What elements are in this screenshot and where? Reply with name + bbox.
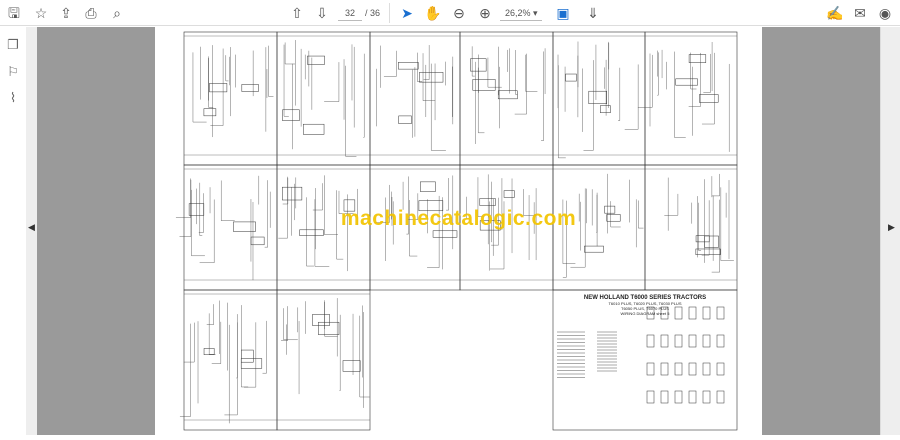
search-zoom-icon[interactable]: ⌕ — [108, 4, 126, 22]
diagram-line — [646, 334, 655, 348]
pages-icon[interactable]: ❐ — [5, 37, 21, 53]
scroll-mode-icon[interactable]: ⇓ — [584, 4, 602, 22]
diagram-line — [303, 123, 325, 135]
diagram-line — [459, 31, 554, 166]
diagram-line — [674, 362, 683, 376]
zoom-select[interactable]: 26,2% ▾ — [500, 6, 542, 21]
diagram-line — [674, 390, 683, 404]
diagram-line — [644, 31, 738, 166]
diagram-line — [432, 230, 458, 238]
diagram-line — [318, 321, 340, 335]
toolbar: 🖫 ☆ ⇪ ⎙ ⌕ ⇧ ⇩ 32 / 36 ➤ ✋ ⊖ ⊕ 26,2% ▾ ▣ … — [0, 0, 900, 26]
save-icon[interactable]: 🖫 — [5, 4, 23, 22]
diagram-line — [552, 31, 646, 166]
diagram-line — [695, 248, 721, 255]
zoom-out-icon[interactable]: ⊖ — [450, 4, 468, 22]
diagram-line — [702, 362, 711, 376]
page-total: / 36 — [365, 8, 381, 18]
diagram-line — [584, 245, 604, 253]
diagram-line — [420, 181, 436, 192]
select-cursor-icon[interactable]: ➤ — [398, 4, 416, 22]
diagram-line — [276, 31, 371, 166]
diagram-line — [241, 349, 254, 363]
diagram-line — [209, 83, 228, 93]
diagram-line — [702, 390, 711, 404]
diagram-line — [342, 360, 361, 372]
zoom-in-icon[interactable]: ⊕ — [476, 4, 494, 22]
diagram-line — [588, 90, 607, 104]
diagram-line — [600, 105, 611, 113]
diagram-line — [716, 390, 725, 404]
diagram-line — [688, 334, 697, 348]
diagram-line — [646, 390, 655, 404]
collapse-right-arrow-icon[interactable]: ▶ — [888, 222, 895, 233]
zoom-value: 26,2% — [505, 8, 531, 18]
previous-page-icon[interactable]: ⇧ — [288, 4, 306, 22]
diagram-line — [688, 54, 707, 63]
divider — [389, 3, 390, 23]
diagram-line — [497, 90, 518, 100]
page-number-input[interactable]: 32 — [338, 6, 362, 21]
diagram-line — [660, 390, 669, 404]
upload-cloud-icon[interactable]: ⇪ — [57, 4, 75, 22]
pdf-page: NEW HOLLAND T6000 SERIES TRACTORS T6010 … — [155, 27, 762, 435]
diagram-line — [282, 186, 303, 201]
diagram-line — [646, 362, 655, 376]
diagram-line — [276, 289, 371, 431]
collapse-left-arrow-icon[interactable]: ◀ — [28, 222, 35, 233]
diagram-line — [398, 115, 412, 124]
account-icon[interactable]: ◉ — [876, 4, 894, 22]
diagram-line — [241, 84, 259, 92]
diagram-line — [688, 362, 697, 376]
diagram-line — [307, 55, 325, 65]
diagram-line — [240, 358, 263, 369]
sign-icon[interactable]: ✍ — [826, 4, 844, 22]
title-block: NEW HOLLAND T6000 SERIES TRACTORS T6010 … — [555, 295, 735, 316]
mail-icon[interactable]: ✉ — [851, 4, 869, 22]
attachments-icon[interactable]: ⌇ — [5, 90, 21, 106]
diagram-line — [660, 334, 669, 348]
document-subtitle-3: WIRING DIAGRAM sheet 5 — [620, 311, 670, 316]
diagram-line — [203, 108, 217, 117]
diagram-line — [312, 314, 330, 326]
diagram-line — [699, 94, 719, 103]
diagram-line — [675, 78, 698, 86]
bookmarks-icon[interactable]: ⚐ — [5, 64, 21, 80]
diagram-line — [282, 109, 300, 121]
watermark: machinecatalogic.com — [340, 207, 577, 230]
diagram-line — [688, 390, 697, 404]
print-icon[interactable]: ⎙ — [82, 4, 100, 22]
diagram-line — [660, 362, 669, 376]
left-sidebar: ❐ ⚐ ⌇ — [0, 27, 26, 435]
diagram-line — [398, 62, 419, 70]
bookmark-star-icon[interactable]: ☆ — [32, 4, 50, 22]
diagram-line — [695, 235, 710, 243]
diagram-line — [702, 334, 711, 348]
wiring-diagram — [175, 31, 738, 431]
diagram-line — [565, 73, 577, 82]
hand-tool-icon[interactable]: ✋ — [424, 4, 442, 22]
page-fit-icon[interactable]: ▣ — [554, 4, 572, 22]
diagram-line — [472, 79, 496, 91]
diagram-line — [503, 190, 515, 198]
diagram-line — [716, 362, 725, 376]
diagram-line — [716, 334, 725, 348]
next-page-icon[interactable]: ⇩ — [313, 4, 331, 22]
diagram-line — [674, 334, 683, 348]
